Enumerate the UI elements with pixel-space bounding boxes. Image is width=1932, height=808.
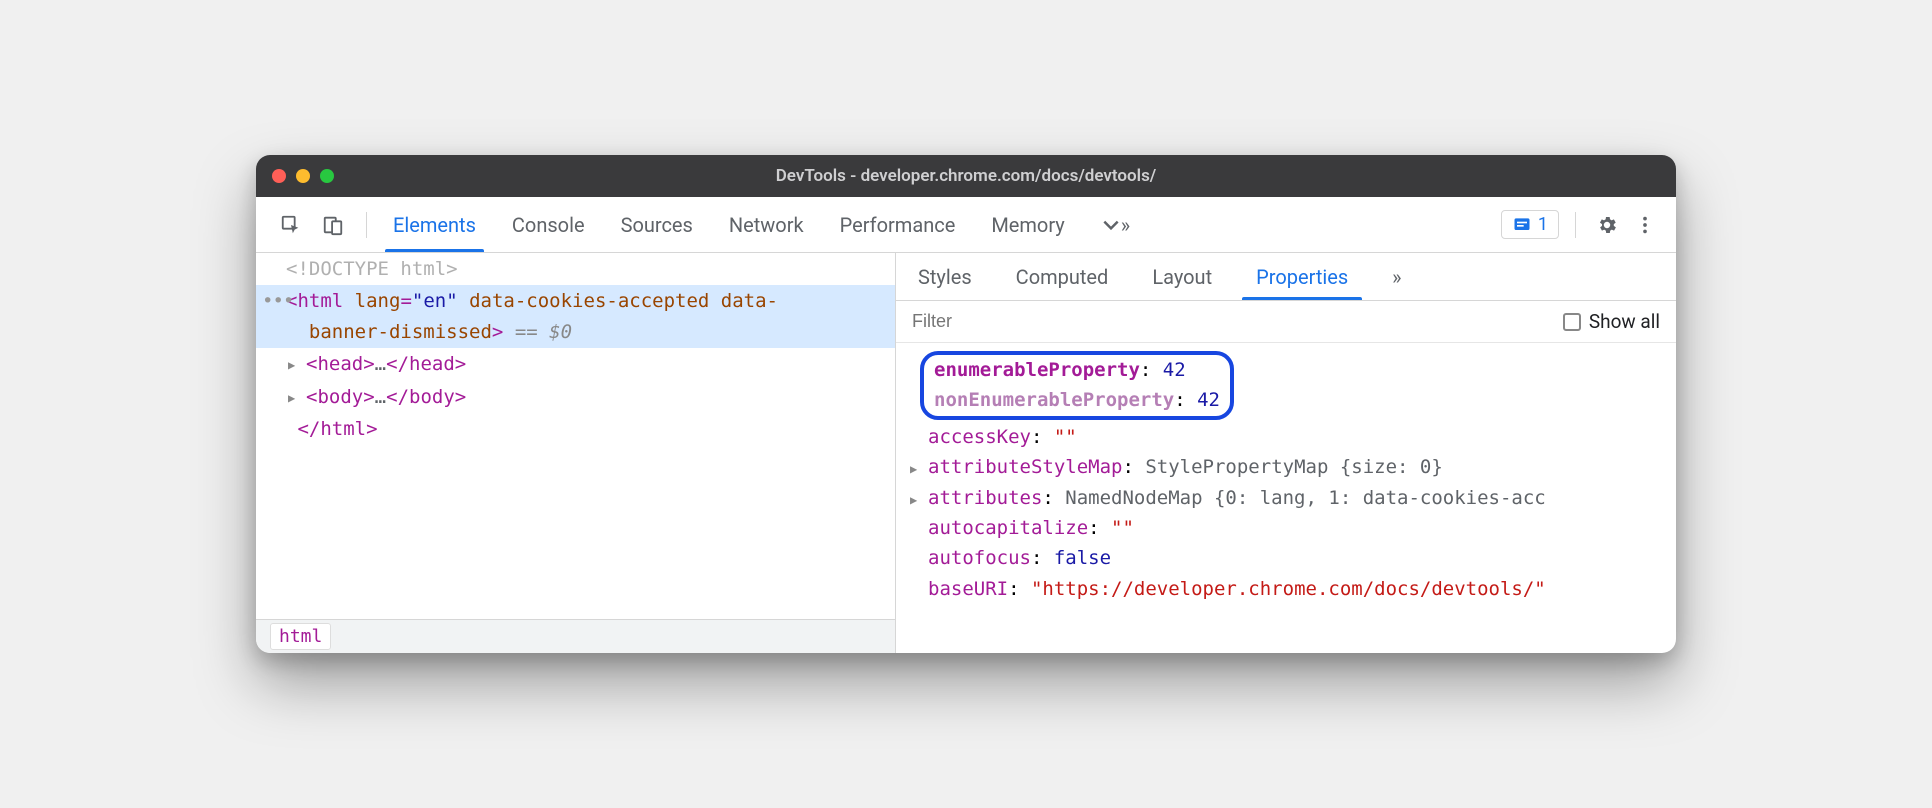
inspect-icon[interactable] (276, 210, 306, 240)
toolbar-separator (1575, 212, 1576, 238)
devtools-window: DevTools - developer.chrome.com/docs/dev… (256, 155, 1676, 653)
body-element-row[interactable]: ▶ <body>…</body> (256, 381, 895, 413)
properties-list[interactable]: enumerableProperty: 42 nonEnumerableProp… (896, 343, 1676, 653)
breadcrumb[interactable]: html (256, 619, 895, 653)
tab-properties[interactable]: Properties (1234, 253, 1370, 300)
property-row[interactable]: ▶attributes: NamedNodeMap {0: lang, 1: d… (910, 483, 1676, 513)
traffic-lights (272, 169, 334, 183)
sidebar-tabs-overflow-icon[interactable]: » (1370, 253, 1423, 300)
minimize-button[interactable] (296, 169, 310, 183)
tabs-overflow-icon[interactable]: » (1083, 197, 1148, 252)
breadcrumb-item[interactable]: html (270, 623, 331, 650)
property-row[interactable]: nonEnumerableProperty: 42 (928, 385, 1220, 415)
main-tabs: Elements Console Sources Network Perform… (375, 197, 1148, 252)
show-all-toggle[interactable]: Show all (1563, 310, 1660, 333)
tab-styles[interactable]: Styles (896, 253, 994, 300)
expand-triangle-icon[interactable]: ▶ (910, 491, 917, 510)
body-split: <!DOCTYPE html> ••• <html lang="en" data… (256, 253, 1676, 653)
tab-performance[interactable]: Performance (822, 197, 974, 252)
main-toolbar: Elements Console Sources Network Perform… (256, 197, 1676, 253)
property-row[interactable]: autocapitalize: "" (910, 513, 1676, 543)
show-all-checkbox[interactable] (1563, 313, 1581, 331)
property-row[interactable]: ▶attributeStyleMap: StylePropertyMap {si… (910, 452, 1676, 482)
tab-layout[interactable]: Layout (1130, 253, 1234, 300)
elements-pane: <!DOCTYPE html> ••• <html lang="en" data… (256, 253, 896, 653)
issues-count: 1 (1538, 214, 1548, 235)
tab-console[interactable]: Console (494, 197, 603, 252)
more-icon[interactable] (1630, 210, 1660, 240)
tab-memory[interactable]: Memory (973, 197, 1082, 252)
doctype-row[interactable]: <!DOCTYPE html> (256, 253, 895, 285)
expand-triangle-icon[interactable]: ▶ (288, 356, 295, 375)
tab-elements[interactable]: Elements (375, 197, 494, 252)
titlebar: DevTools - developer.chrome.com/docs/dev… (256, 155, 1676, 197)
highlight-annotation: enumerableProperty: 42 nonEnumerableProp… (920, 351, 1234, 420)
device-toggle-icon[interactable] (318, 210, 348, 240)
property-row[interactable]: accessKey: "" (910, 422, 1676, 452)
sidebar-pane: Styles Computed Layout Properties » Show… (896, 253, 1676, 653)
html-close-row[interactable]: </html> (256, 413, 895, 445)
elements-tree[interactable]: <!DOCTYPE html> ••• <html lang="en" data… (256, 253, 895, 619)
html-element-row[interactable]: ••• <html lang="en" data-cookies-accepte… (256, 285, 895, 348)
issues-badge[interactable]: 1 (1501, 210, 1559, 239)
expand-triangle-icon[interactable]: ▶ (288, 389, 295, 408)
close-button[interactable] (272, 169, 286, 183)
sidebar-tabs: Styles Computed Layout Properties » (896, 253, 1676, 301)
filter-input[interactable] (912, 311, 1563, 332)
toolbar-separator (366, 212, 367, 238)
show-all-label: Show all (1589, 310, 1660, 333)
property-row[interactable]: autofocus: false (910, 543, 1676, 573)
maximize-button[interactable] (320, 169, 334, 183)
expand-triangle-icon[interactable]: ▶ (910, 460, 917, 479)
filter-row: Show all (896, 301, 1676, 343)
tab-computed[interactable]: Computed (994, 253, 1131, 300)
tab-sources[interactable]: Sources (603, 197, 711, 252)
settings-icon[interactable] (1592, 210, 1622, 240)
property-row[interactable]: enumerableProperty: 42 (928, 355, 1220, 385)
property-row[interactable]: baseURI: "https://developer.chrome.com/d… (910, 574, 1676, 604)
window-title: DevTools - developer.chrome.com/docs/dev… (256, 166, 1676, 186)
tab-network[interactable]: Network (711, 197, 822, 252)
expand-dots-icon[interactable]: ••• (262, 286, 293, 316)
head-element-row[interactable]: ▶ <head>…</head> (256, 348, 895, 380)
